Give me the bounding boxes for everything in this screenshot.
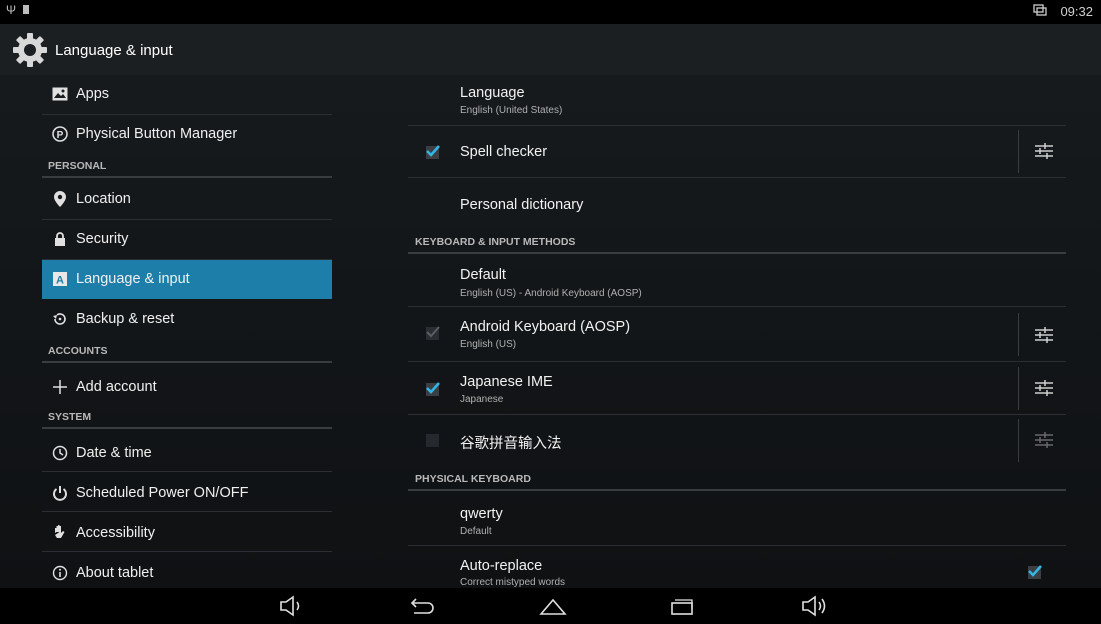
status-right: 09:32	[1023, 4, 1093, 19]
preference-title: Default	[460, 267, 506, 283]
sidebar-item-apps[interactable]: Apps	[42, 75, 332, 115]
sidebar-item-language-input[interactable]: A Language & input	[42, 260, 332, 299]
sidebar-item-label: Physical Button Manager	[76, 126, 238, 142]
sidebar-item-label: Scheduled Power ON/OFF	[76, 485, 249, 501]
usb-icon: Ψ	[6, 3, 17, 17]
preference-summary: English (US)	[460, 339, 517, 350]
back-icon[interactable]	[408, 594, 436, 618]
sidebar-item-label: Apps	[76, 86, 110, 102]
section-header-keyboard-input-methods: KEYBOARD & INPUT METHODS	[408, 236, 1066, 254]
sidebar-item-add-account[interactable]: Add account	[42, 366, 332, 410]
language-preference[interactable]: Language English (United States)	[408, 75, 1066, 126]
status-left-icons: Ψ	[6, 3, 30, 17]
settings-gear-icon[interactable]	[10, 30, 50, 70]
preference-title: Personal dictionary	[460, 197, 584, 213]
preference-title: Language	[460, 85, 525, 101]
divider	[1018, 130, 1019, 173]
preference-title: Spell checker	[460, 144, 548, 160]
section-header-personal: PERSONAL	[42, 160, 332, 178]
apps-image-icon	[52, 86, 68, 102]
default-keyboard-preference[interactable]: Default English (US) - Android Keyboard …	[408, 256, 1066, 307]
plus-icon	[52, 379, 68, 395]
preference-title: Android Keyboard (AOSP)	[460, 319, 631, 335]
japanese-ime-settings-icon[interactable]	[1033, 377, 1055, 399]
google-pinyin-checkbox[interactable]	[426, 434, 439, 447]
japanese-ime-checkbox[interactable]	[426, 382, 440, 396]
section-header-system: SYSTEM	[42, 411, 332, 429]
settings-content: Apps P Physical Button Manager PERSONAL …	[0, 75, 1101, 588]
sidebar-item-physical-button-manager[interactable]: P Physical Button Manager	[42, 115, 332, 153]
sidebar-item-label: Date & time	[76, 445, 152, 461]
sidebar-item-location[interactable]: Location	[42, 180, 332, 220]
screen-icon	[1033, 4, 1051, 19]
preference-summary: Correct mistyped words	[460, 577, 566, 588]
android-keyboard-settings-icon[interactable]	[1033, 324, 1055, 346]
navigation-bar	[0, 588, 1101, 624]
sidebar-item-label: Backup & reset	[76, 311, 175, 327]
divider	[1018, 313, 1019, 356]
japanese-ime-preference[interactable]: Japanese IME Japanese	[408, 362, 1066, 415]
info-icon	[52, 565, 68, 581]
location-pin-icon	[52, 191, 68, 207]
power-icon	[52, 485, 68, 501]
lock-icon	[52, 231, 68, 247]
auto-replace-checkbox[interactable]	[1028, 565, 1042, 579]
sd-card-icon	[23, 5, 30, 14]
personal-dictionary-preference[interactable]: Personal dictionary	[408, 178, 1066, 229]
preference-title: Japanese IME	[460, 374, 553, 390]
status-bar: Ψ 09:32	[0, 0, 1101, 24]
spell-checker-settings-icon[interactable]	[1033, 140, 1055, 162]
section-header-physical-keyboard: PHYSICAL KEYBOARD	[408, 473, 1066, 491]
preference-summary: English (United States)	[460, 105, 563, 116]
backup-restore-icon	[52, 311, 68, 327]
sidebar-item-security[interactable]: Security	[42, 220, 332, 260]
section-header-accounts: ACCOUNTS	[42, 345, 332, 363]
preference-summary: Default	[460, 526, 492, 537]
preference-summary: Japanese	[460, 394, 504, 405]
home-icon[interactable]	[538, 594, 567, 618]
preference-summary: English (US) - Android Keyboard (AOSP)	[460, 288, 642, 299]
svg-text:A: A	[56, 275, 64, 287]
sidebar-item-label: Security	[76, 231, 129, 247]
qwerty-preference[interactable]: qwerty Default	[408, 493, 1066, 546]
sidebar-item-label: Language & input	[76, 271, 190, 287]
page-title: Language & input	[55, 42, 173, 59]
sidebar-item-scheduled-power[interactable]: Scheduled Power ON/OFF	[42, 472, 332, 512]
language-a-icon: A	[52, 271, 68, 287]
preference-title: qwerty	[460, 506, 503, 522]
preference-title: Auto-replace	[460, 558, 543, 574]
auto-replace-preference[interactable]: Auto-replace Correct mistyped words	[408, 546, 1066, 588]
clock-icon	[52, 445, 68, 461]
action-bar: Language & input	[0, 24, 1101, 75]
divider	[1018, 367, 1019, 410]
sidebar-item-accessibility[interactable]: Accessibility	[42, 512, 332, 552]
google-pinyin-settings-icon[interactable]	[1033, 429, 1055, 451]
svg-text:P: P	[57, 130, 64, 141]
android-keyboard-preference[interactable]: Android Keyboard (AOSP) English (US)	[408, 307, 1066, 362]
sidebar-item-label: Location	[76, 191, 131, 207]
volume-down-icon[interactable]	[278, 594, 306, 618]
preference-title: 谷歌拼音输入法	[460, 436, 562, 452]
google-pinyin-preference[interactable]: 谷歌拼音输入法	[408, 415, 1066, 466]
android-keyboard-checkbox	[426, 326, 440, 340]
p-circle-icon: P	[52, 126, 68, 142]
recents-icon[interactable]	[668, 594, 696, 618]
sidebar-item-date-time[interactable]: Date & time	[42, 432, 332, 472]
hand-icon	[52, 524, 68, 540]
divider	[1018, 419, 1019, 462]
spell-checker-checkbox[interactable]	[426, 145, 440, 159]
sidebar-item-label: Add account	[76, 379, 157, 395]
spell-checker-preference[interactable]: Spell checker	[408, 126, 1066, 178]
sidebar-item-label: About tablet	[76, 565, 154, 581]
clock: 09:32	[1060, 4, 1093, 19]
sidebar-item-backup-reset[interactable]: Backup & reset	[42, 300, 332, 344]
sidebar-item-label: Accessibility	[76, 525, 155, 541]
sidebar-item-about-tablet[interactable]: About tablet	[42, 552, 332, 591]
volume-up-icon[interactable]	[800, 594, 828, 618]
